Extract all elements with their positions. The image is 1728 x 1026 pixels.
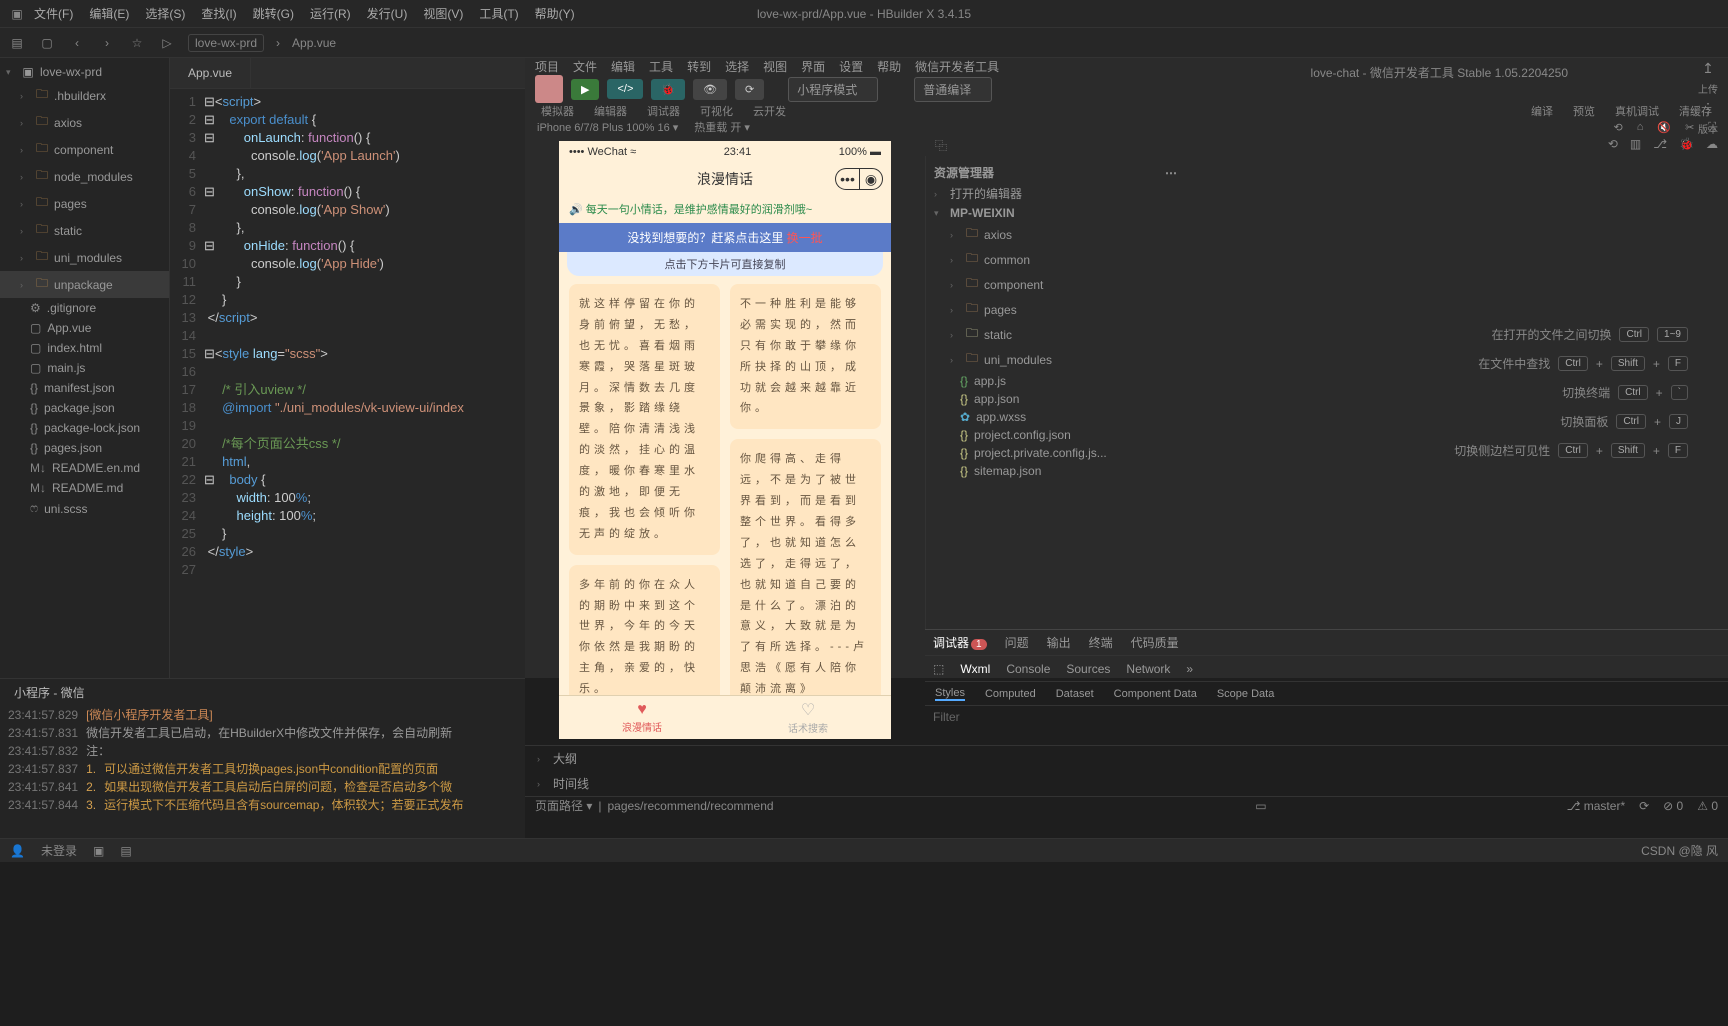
menu-edit[interactable]: 编辑(E) — [81, 5, 137, 22]
forward-icon[interactable]: › — [98, 34, 116, 52]
login-status[interactable]: 未登录 — [41, 842, 77, 859]
breadcrumb-file[interactable]: App.vue — [292, 36, 336, 50]
tree-folder[interactable]: ›🗀component — [0, 136, 169, 163]
menu-publish[interactable]: 发行(U) — [359, 5, 416, 22]
cloud-icon[interactable]: ☁ — [1706, 137, 1718, 154]
announcement: 🔊 每天一句小情话，是维护感情最好的润滑剂哦~ — [559, 195, 891, 223]
filter-input[interactable]: Filter — [925, 706, 1728, 728]
app-icon: ▣ — [8, 5, 26, 23]
wx-title: love-chat - 微信开发者工具 Stable 1.05.2204250 — [1311, 64, 1568, 81]
breadcrumb-project[interactable]: love-wx-prd — [188, 34, 264, 52]
menu-select[interactable]: 选择(S) — [137, 5, 193, 22]
refresh-banner[interactable]: 没找到想要的？赶紧点击这里 换一批 — [559, 223, 891, 252]
menu-run[interactable]: 运行(R) — [302, 5, 359, 22]
tree-folder[interactable]: ›🗀pages — [0, 190, 169, 217]
refresh-icon[interactable]: ⟲ — [1614, 121, 1623, 134]
split-icon[interactable]: ▥ — [1630, 137, 1641, 154]
tab-romance[interactable]: ♥浪漫情话 — [559, 696, 725, 739]
new-file-icon[interactable]: ▤ — [8, 34, 26, 52]
user-icon[interactable]: 👤 — [10, 844, 25, 858]
tree-folder[interactable]: ›🗀uni_modules — [0, 244, 169, 271]
play-icon[interactable]: ▷ — [158, 34, 176, 52]
back-icon[interactable]: ‹ — [68, 34, 86, 52]
quote-card[interactable]: 不一种胜利是能够必需实现的，然而只有你敢于攀缘你所抉择的山顶，成功就会越来越靠近… — [730, 284, 881, 429]
console[interactable]: 23:41:57.829[微信小程序开发者工具] 23:41:57.831微信开… — [0, 706, 525, 814]
tree-file[interactable]: M↓README.md — [0, 478, 169, 498]
copy-icon[interactable]: ▭ — [1255, 799, 1266, 813]
tree-file[interactable]: {}pages.json — [0, 438, 169, 458]
editor-tab[interactable]: App.vue — [170, 58, 251, 88]
simulator[interactable]: •••• WeChat ≈23:41100% ▬ 浪漫情话 •••◉ 🔊 每天一… — [559, 141, 891, 739]
close-icon[interactable]: ◉ — [859, 168, 883, 190]
page-path-label[interactable]: 页面路径 ▾ — [535, 797, 592, 814]
menu-view[interactable]: 视图(V) — [415, 5, 471, 22]
quote-card[interactable]: 你爬得高、走得远，不是为了被世界看到，而是看到整个世界。看得多了，也就知道怎么选… — [730, 439, 881, 695]
sync-icon[interactable]: ⟳ — [1639, 799, 1649, 813]
quote-card[interactable]: 多年前的你在众人的期盼中来到这个世界，今年的今天你依然是我期盼的主角，亲爱的，快… — [569, 565, 720, 695]
menu-goto[interactable]: 跳转(G) — [245, 5, 302, 22]
tree-folder[interactable]: ›🗀unpackage — [0, 271, 169, 298]
tree-file[interactable]: ▢App.vue — [0, 318, 169, 338]
compile-select[interactable]: 普通编译 — [914, 77, 992, 102]
wx-menubar[interactable]: 项目 文件 编辑 工具 转到 选择 视图 界面 设置 帮助 微信开发者工具 lo… — [525, 58, 1728, 75]
resource-tree[interactable]: 资源管理器⋯ ›打开的编辑器 ▾MP-WEIXIN ›🗀axios ›🗀comm… — [925, 156, 1185, 629]
tree-file[interactable]: M↓README.en.md — [0, 458, 169, 478]
hint-banner: 点击下方卡片可直接复制 — [567, 252, 883, 276]
menu-help[interactable]: 帮助(Y) — [527, 5, 583, 22]
play-button[interactable]: ▶ — [571, 79, 599, 100]
tree-folder[interactable]: ›🗀node_modules — [0, 163, 169, 190]
tab-debugger[interactable]: 调试器1 — [933, 634, 987, 651]
menu-icon[interactable]: ••• — [835, 168, 859, 190]
watermark: CSDN @隐 风 — [1641, 842, 1718, 859]
home-icon[interactable]: ⌂ — [1637, 121, 1644, 134]
console-title: 小程序 - 微信 — [0, 679, 525, 706]
bug-button[interactable]: 🐞 — [651, 79, 685, 100]
tree-file[interactable]: ෆuni.scss — [0, 498, 169, 519]
save-icon[interactable]: ▢ — [38, 34, 56, 52]
files-icon[interactable]: ⿻ — [935, 137, 947, 154]
tree-file[interactable]: {}manifest.json — [0, 378, 169, 398]
eye-button[interactable]: 👁 — [693, 79, 727, 100]
hot-reload[interactable]: 热重载 开 ▾ — [694, 119, 750, 135]
more-icon[interactable]: » — [1186, 662, 1193, 676]
tree-file[interactable]: ▢main.js — [0, 358, 169, 378]
tree-file[interactable]: {}package.json — [0, 398, 169, 418]
avatar[interactable] — [535, 75, 563, 103]
tree-file[interactable]: ⚙.gitignore — [0, 298, 169, 318]
debug-icon[interactable]: 🐞 — [1679, 137, 1694, 154]
star-icon[interactable]: ☆ — [128, 34, 146, 52]
tree-file[interactable]: {}package-lock.json — [0, 418, 169, 438]
device-select[interactable]: iPhone 6/7/8 Plus 100% 16 ▾ — [537, 121, 678, 134]
cloud-button[interactable]: ⟳ — [735, 79, 764, 100]
page-path: pages/recommend/recommend — [607, 799, 773, 813]
breadcrumb-sep: › — [276, 36, 280, 50]
version-icon[interactable]: ⋮ — [1701, 100, 1715, 117]
output-icon[interactable]: ▣ — [93, 844, 104, 858]
shortcut-hints: 在打开的文件之间切换Ctrl1~9 在文件中查找Ctrl+Shift+F 切换终… — [1185, 156, 1728, 629]
tree-root[interactable]: ▾▣love-wx-prd — [0, 62, 169, 82]
menu-find[interactable]: 查找(I) — [193, 5, 244, 22]
page-title: 浪漫情话 — [697, 169, 753, 189]
menu-file[interactable]: 文件(F) — [26, 5, 81, 22]
menu-tools[interactable]: 工具(T) — [471, 5, 526, 22]
editor[interactable]: App.vue 1⊟<script> 2⊟ export default { 3… — [170, 58, 525, 678]
mode-select[interactable]: 小程序模式 — [788, 77, 878, 102]
reload-icon[interactable]: ⟲ — [1608, 137, 1618, 154]
tree-folder[interactable]: ›🗀static — [0, 217, 169, 244]
inspect-icon[interactable]: ⬚ — [933, 662, 944, 676]
terminal-icon[interactable]: ▤ — [120, 844, 131, 858]
tree-file[interactable]: ▢index.html — [0, 338, 169, 358]
git-icon[interactable]: ⎇ — [1653, 137, 1667, 154]
tab-search[interactable]: ♡话术搜索 — [725, 696, 891, 739]
tree-folder[interactable]: ›🗀.hbuilderx — [0, 82, 169, 109]
timeline-accord[interactable]: ›时间线 — [525, 771, 1728, 796]
outline-accord[interactable]: ›大纲 — [525, 746, 1728, 771]
tree-folder[interactable]: ›🗀axios — [0, 109, 169, 136]
upload-icon[interactable]: ↥ — [1702, 60, 1714, 77]
mute-icon[interactable]: 🔇 — [1657, 121, 1671, 134]
quote-card[interactable]: 就这样停留在你的身前俯望，无愁，也无忧。喜看烟雨寒霞，哭落星斑玻月。深情数去几度… — [569, 284, 720, 555]
code-button[interactable]: </> — [607, 79, 643, 99]
window-title: love-wx-prd/App.vue - HBuilder X 3.4.15 — [757, 7, 971, 21]
file-explorer[interactable]: ▾▣love-wx-prd ›🗀.hbuilderx ›🗀axios ›🗀com… — [0, 58, 170, 678]
